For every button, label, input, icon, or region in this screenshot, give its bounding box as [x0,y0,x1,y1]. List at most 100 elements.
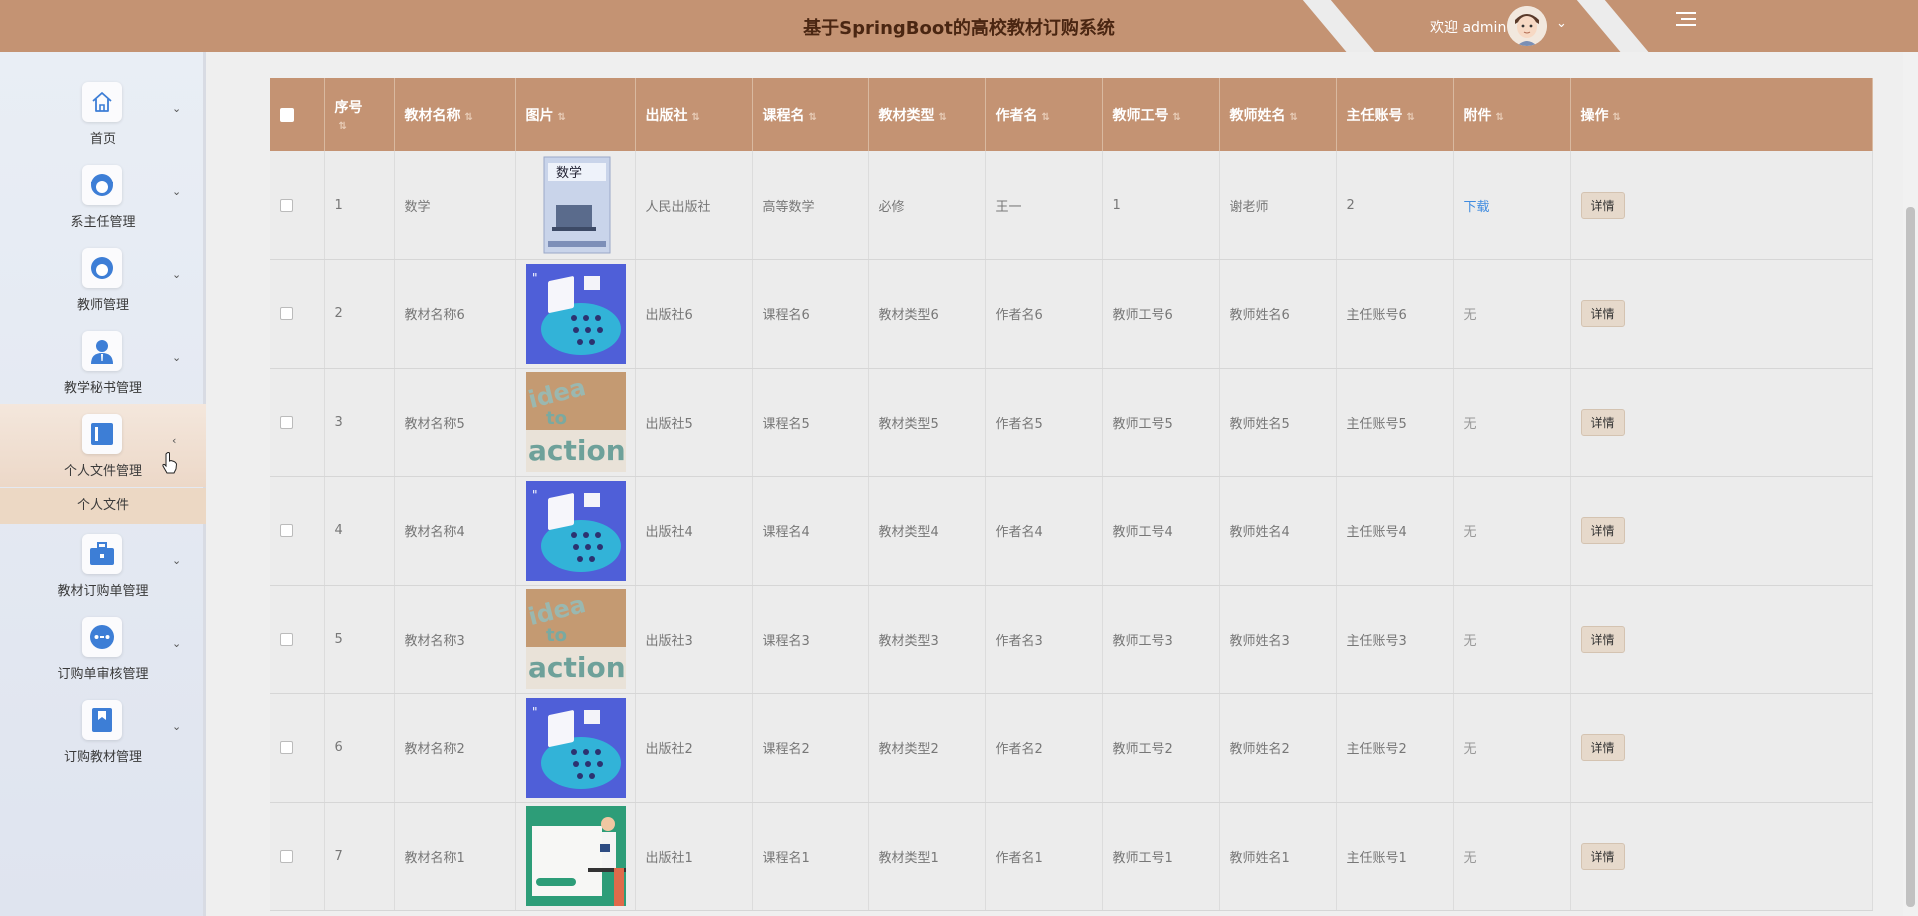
table-row[interactable]: 7 教材名称1 出版社1 课程名1 教材类型1 作者名1 教师工号1 教师姓名1 主任账号1 无 详… [270,802,1873,911]
sort-icon[interactable]: ⇅ [339,121,347,132]
detail-button[interactable]: 详情 [1580,191,1625,219]
cell-author: 作者名1 [985,802,1103,911]
cell-actions: 详情 [1570,693,1873,803]
detail-button[interactable]: 详情 [1580,842,1625,870]
cell-textbook-name: 教材名称4 [394,476,516,586]
chevron-down-icon[interactable]: ⌄ [1556,16,1567,31]
avatar[interactable] [1507,6,1547,46]
column-header[interactable]: 作者名 ⇅ [985,78,1103,151]
cell-actions: 详情 [1570,151,1873,260]
column-header[interactable]: 出版社 ⇅ [635,78,753,151]
cell-image: " [515,259,636,369]
scrollbar-thumb[interactable] [1906,207,1915,907]
sort-icon[interactable]: ⇅ [809,112,817,123]
cell-course: 课程名5 [752,368,869,477]
cell-no: 5 [324,585,395,694]
person-icon [82,331,122,371]
column-header[interactable]: 主任账号 ⇅ [1336,78,1454,151]
download-link[interactable]: 下载 [1464,200,1490,215]
detail-button[interactable]: 详情 [1580,408,1625,436]
chevron-left-icon: ‹ [172,434,177,447]
column-header[interactable]: 课程名 ⇅ [752,78,869,151]
sidebar-item-teacher-management[interactable]: 教师管理 ⌄ [0,238,206,321]
cell-teacher-id: 1 [1102,151,1220,260]
sidebar-item-personal-files[interactable]: 个人文件管理 ‹ [0,404,206,487]
sidebar-item-director-management[interactable]: 系主任管理 ⌄ [0,155,206,238]
sort-icon[interactable]: ⇅ [558,112,566,123]
row-checkbox[interactable] [280,741,293,755]
row-checkbox[interactable] [280,307,293,321]
sidebar: 首页 ⌄ 系主任管理 ⌄ 教师管理 ⌄ 教学秘书管理 ⌄ 个人文件管理 ‹ 个人… [0,52,206,916]
column-header[interactable]: 序号 ⇅ [324,78,395,151]
file-icon [82,414,122,454]
cell-director-account: 主任账号1 [1336,802,1454,911]
attachment-none: 无 [1463,633,1477,649]
column-header[interactable]: 附件 ⇅ [1453,78,1571,151]
svg-text:数学: 数学 [556,165,582,181]
user-face-icon [82,165,122,205]
row-select-cell [270,693,325,803]
detail-button[interactable]: 详情 [1580,300,1625,328]
sidebar-item-home[interactable]: 首页 ⌄ [0,72,206,155]
textbook-image[interactable]: idea to action [525,589,635,690]
row-checkbox[interactable] [280,632,293,646]
textbook-image[interactable]: " [525,697,635,798]
welcome-text: 欢迎 admin [1430,20,1507,36]
sort-icon[interactable]: ⇅ [465,112,473,123]
cell-no: 4 [324,476,395,586]
cell-attachment: 无 [1453,476,1571,586]
column-header[interactable]: 图片 ⇅ [515,78,636,151]
row-checkbox[interactable] [280,849,293,863]
cell-textbook-name: 教材名称6 [394,259,516,369]
row-checkbox[interactable] [280,198,293,212]
sidebar-item-order-review[interactable]: 订购单审核管理 ⌄ [0,607,206,690]
textbook-image[interactable]: " [525,263,635,364]
menu-collapse-icon[interactable] [1676,12,1696,30]
sort-icon[interactable]: ⇅ [1496,112,1504,123]
sort-icon[interactable]: ⇅ [1173,112,1181,123]
row-checkbox[interactable] [280,524,293,538]
cell-teacher-name: 教师姓名2 [1219,693,1337,803]
vertical-scrollbar[interactable] [1903,52,1918,916]
cell-type: 教材类型2 [868,693,986,803]
table-row[interactable]: 5 教材名称3 idea to action 出版社3 课程名3 教材类型3 作者名3 教师工号3… [270,585,1873,694]
sidebar-item-secretary-management[interactable]: 教学秘书管理 ⌄ [0,321,206,404]
detail-button[interactable]: 详情 [1580,734,1625,762]
detail-button[interactable]: 详情 [1580,625,1625,653]
cell-actions: 详情 [1570,802,1873,911]
table-row[interactable]: 2 教材名称6 " 出版社6 课程名6 教材类型6 作者名6 教师工号6 教师姓名6 主任账号6 无… [270,259,1873,369]
sort-icon[interactable]: ⇅ [1613,112,1621,123]
column-header[interactable]: 教材类型 ⇅ [868,78,986,151]
cell-publisher: 出版社3 [635,585,753,694]
sidebar-item-order-management[interactable]: 教材订购单管理 ⌄ [0,524,206,607]
column-header[interactable]: 教师工号 ⇅ [1102,78,1220,151]
table-row[interactable]: 3 教材名称5 idea to action 出版社5 课程名5 教材类型5 作者名5 教师工号5… [270,368,1873,477]
chevron-down-icon: ⌄ [172,554,182,567]
sort-icon[interactable]: ⇅ [1290,112,1298,123]
row-checkbox[interactable] [280,415,293,429]
column-header[interactable]: 教师姓名 ⇅ [1219,78,1337,151]
home-icon [82,82,122,122]
cell-attachment: 无 [1453,585,1571,694]
column-header[interactable]: 教材名称 ⇅ [394,78,516,151]
textbook-image[interactable]: idea to action [525,372,635,473]
column-header[interactable]: 操作 ⇅ [1570,78,1873,151]
cell-textbook-name: 教材名称5 [394,368,516,477]
row-select-cell [270,259,325,369]
submenu-item-personal-file[interactable]: 个人文件 [0,488,206,524]
cell-publisher: 出版社6 [635,259,753,369]
table-row[interactable]: 6 教材名称2 " 出版社2 课程名2 教材类型2 作者名2 教师工号2 教师姓名2 主任账号2 无… [270,693,1873,803]
table-row[interactable]: 4 教材名称4 " 出版社4 课程名4 教材类型4 作者名4 教师工号4 教师姓名4 主任账号4 无… [270,476,1873,586]
textbook-image[interactable]: 数学 [525,155,635,255]
sort-icon[interactable]: ⇅ [939,112,947,123]
detail-button[interactable]: 详情 [1580,517,1625,545]
sort-icon[interactable]: ⇅ [1042,112,1050,123]
sort-icon[interactable]: ⇅ [692,112,700,123]
table-row[interactable]: 1 数学 数学 人民出版社 高等数学 必修 王一 1 谢老师 2 下载 详情 [270,151,1873,260]
textbook-image[interactable]: " [525,480,635,581]
textbook-image[interactable] [525,806,635,907]
sort-icon[interactable]: ⇅ [1407,112,1415,123]
select-all-checkbox[interactable] [280,107,294,122]
sidebar-item-ordered-textbooks[interactable]: 订购教材管理 ⌄ [0,690,206,773]
cell-course: 课程名1 [752,802,869,911]
